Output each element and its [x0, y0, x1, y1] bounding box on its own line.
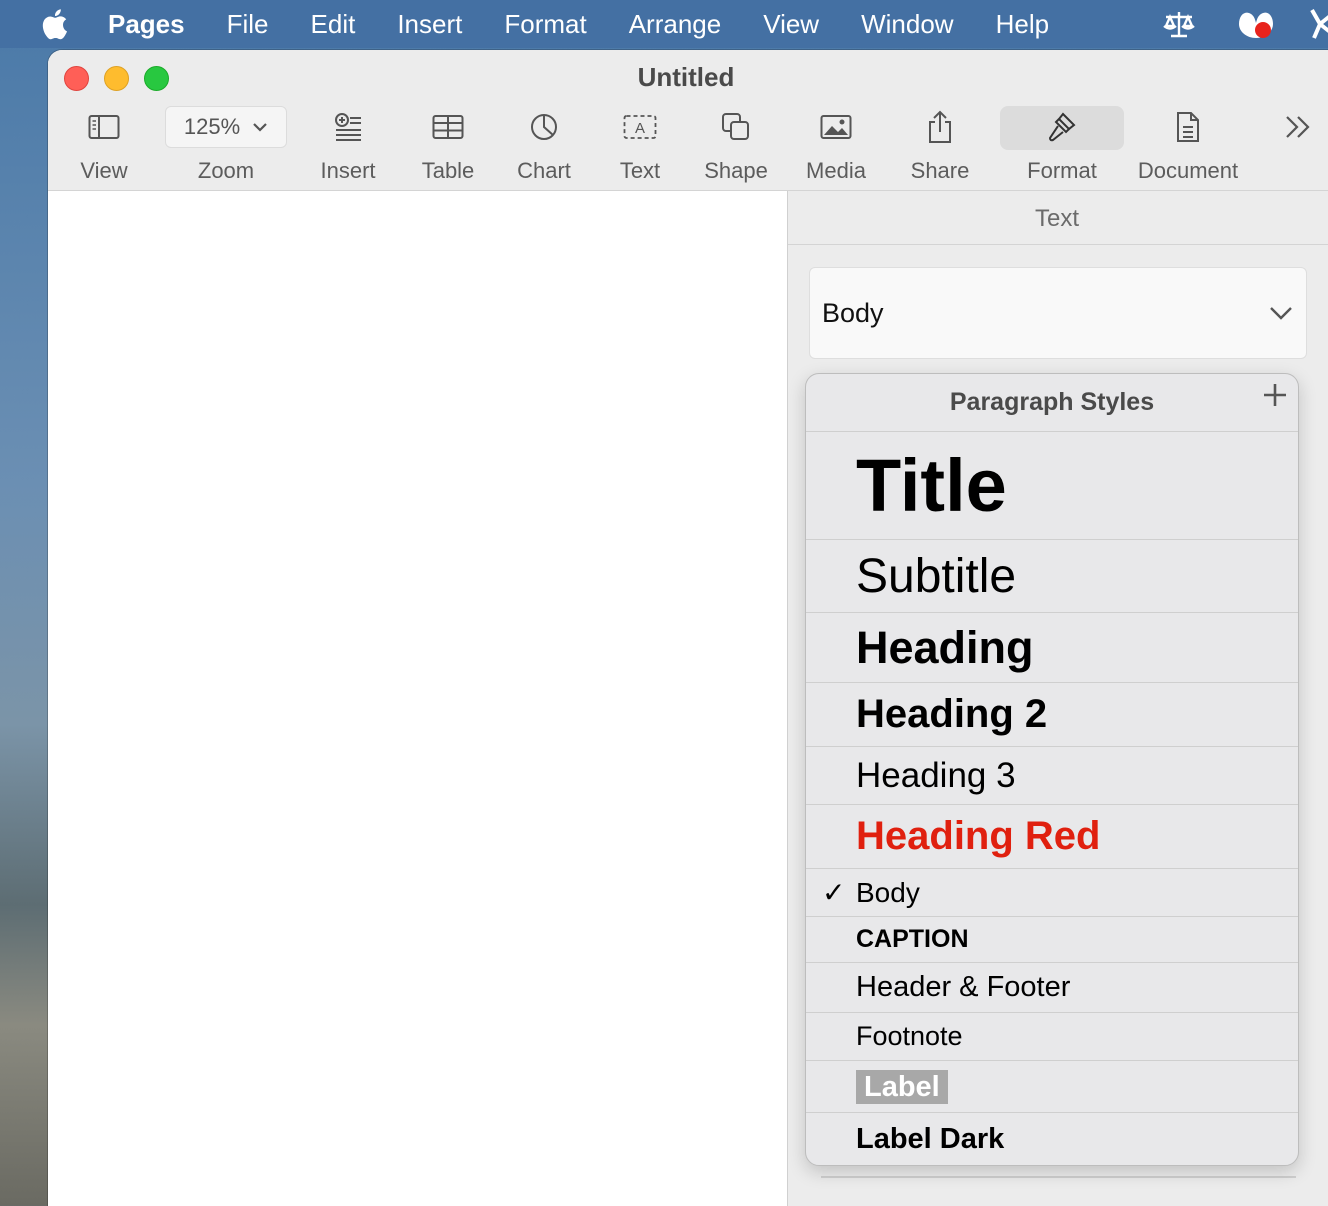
popover-header: Paragraph Styles — [806, 374, 1298, 432]
table-label: Table — [421, 158, 475, 183]
paragraph-style-value: Body — [822, 297, 884, 328]
chart-button[interactable]: Chart — [512, 106, 576, 186]
window-title: Untitled — [637, 62, 735, 92]
pinwheel-status-icon[interactable] — [1308, 0, 1328, 48]
menu-view[interactable]: View — [742, 0, 840, 48]
format-label: Format — [1027, 158, 1097, 183]
document-icon — [1175, 106, 1201, 148]
text-label: Text — [619, 158, 661, 183]
image-icon — [820, 106, 852, 148]
sidebar-view-icon — [88, 106, 120, 148]
menu-format[interactable]: Format — [483, 0, 607, 48]
double-chevron-right-icon — [1284, 106, 1312, 148]
style-item-header-footer[interactable]: Header & Footer — [806, 963, 1298, 1013]
chevron-down-icon — [1270, 307, 1292, 320]
share-icon — [927, 106, 953, 148]
style-item-label[interactable]: Label — [806, 1061, 1298, 1113]
share-button[interactable]: Share — [908, 106, 972, 186]
style-label: Title — [856, 444, 1007, 527]
shape-label: Shape — [704, 158, 768, 183]
shape-button[interactable]: Shape — [700, 106, 772, 186]
menu-edit[interactable]: Edit — [290, 0, 377, 48]
style-label: CAPTION — [856, 925, 969, 953]
document-label: Document — [1137, 158, 1239, 183]
style-item-label-dark[interactable]: Label Dark — [806, 1113, 1298, 1165]
insert-button[interactable]: Insert — [314, 106, 382, 186]
chart-label: Chart — [517, 158, 571, 183]
sidebar-tab-text[interactable]: Text — [788, 191, 1328, 245]
style-item-heading-red[interactable]: Heading Red — [806, 805, 1298, 869]
view-label: View — [80, 158, 128, 183]
insert-label: Insert — [320, 158, 376, 183]
media-button[interactable]: Media — [802, 106, 870, 186]
toolbar-overflow-button[interactable] — [1280, 106, 1316, 186]
chevron-down-icon — [253, 123, 267, 132]
menu-arrange[interactable]: Arrange — [608, 0, 743, 48]
style-item-heading[interactable]: Heading — [806, 613, 1298, 683]
style-label: Subtitle — [856, 549, 1017, 603]
zoom-value: 125% — [183, 114, 241, 139]
style-label: Heading 2 — [856, 692, 1048, 736]
scales-status-icon[interactable] — [1162, 0, 1196, 48]
style-label: Heading — [856, 621, 1034, 673]
document-canvas[interactable] — [48, 191, 787, 1206]
insert-icon — [333, 106, 363, 148]
style-item-subtitle[interactable]: Subtitle — [806, 540, 1298, 613]
menu-insert[interactable]: Insert — [376, 0, 483, 48]
style-label: Heading Red — [856, 814, 1101, 858]
paintbrush-icon — [1047, 106, 1077, 148]
svg-text:A: A — [635, 120, 645, 137]
media-label: Media — [806, 158, 866, 183]
text-button[interactable]: A Text — [610, 106, 670, 186]
style-label: Header & Footer — [856, 971, 1071, 1003]
text-box-icon: A — [623, 106, 657, 148]
apple-menu-icon[interactable] — [0, 0, 108, 48]
zoom-dropdown[interactable]: 125% — [165, 106, 287, 148]
zoom-label: Zoom — [197, 158, 255, 183]
menu-file[interactable]: File — [206, 0, 290, 48]
share-label: Share — [910, 158, 970, 183]
add-style-icon[interactable] — [1262, 382, 1288, 415]
format-button[interactable]: Format — [1022, 106, 1102, 186]
divider — [821, 1176, 1296, 1178]
zoom-control[interactable]: 125% Zoom — [164, 106, 288, 186]
menu-help[interactable]: Help — [975, 0, 1070, 48]
notification-status-icon[interactable] — [1236, 0, 1274, 48]
toolbar: Untitled View 125% Zoom Insert Table Cha… — [48, 50, 1328, 191]
menu-window[interactable]: Window — [840, 0, 974, 48]
paragraph-styles-popover: Paragraph Styles Title Subtitle Heading … — [805, 373, 1299, 1166]
style-label: Body — [856, 876, 920, 908]
checkmark-icon: ✓ — [822, 877, 846, 908]
menu-app-pages[interactable]: Pages — [108, 0, 206, 48]
style-label: Label Dark — [856, 1122, 1005, 1155]
style-label: Footnote — [856, 1021, 963, 1051]
shape-icon — [721, 106, 751, 148]
style-item-title[interactable]: Title — [806, 432, 1298, 540]
style-item-footnote[interactable]: Footnote — [806, 1013, 1298, 1061]
view-button[interactable]: View — [74, 106, 134, 186]
style-label: Label — [856, 1069, 948, 1104]
menu-bar: Pages File Edit Insert Format Arrange Vi… — [0, 0, 1328, 48]
style-item-body[interactable]: ✓ Body — [806, 869, 1298, 917]
style-label: Heading 3 — [856, 755, 1016, 795]
style-item-caption[interactable]: CAPTION — [806, 917, 1298, 963]
popover-title: Paragraph Styles — [949, 388, 1155, 416]
style-item-heading-2[interactable]: Heading 2 — [806, 683, 1298, 747]
document-button[interactable]: Document — [1132, 106, 1244, 186]
table-button[interactable]: Table — [416, 106, 480, 186]
paragraph-style-dropdown[interactable]: Body — [809, 267, 1307, 359]
table-icon — [432, 106, 464, 148]
pie-chart-icon — [529, 106, 559, 148]
style-item-heading-3[interactable]: Heading 3 — [806, 747, 1298, 805]
